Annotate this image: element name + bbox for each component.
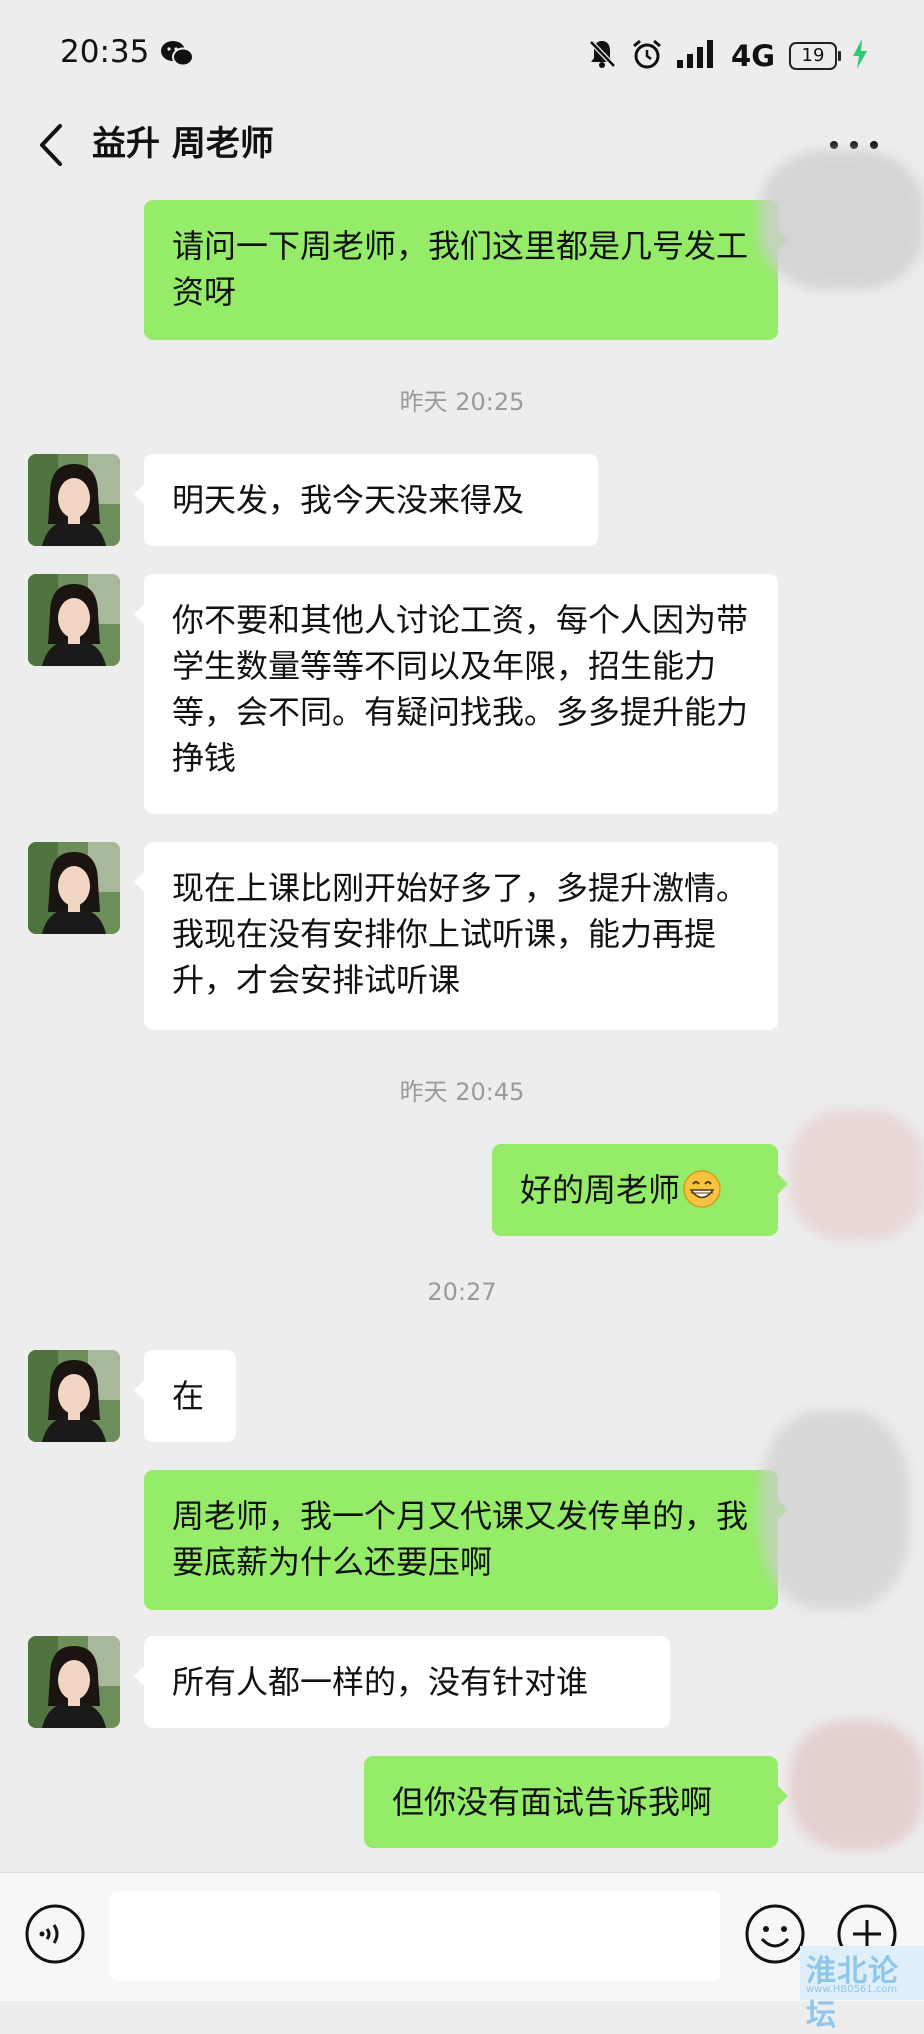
redaction-smudge <box>760 150 924 290</box>
status-time: 20:35 <box>60 34 150 70</box>
avatar[interactable] <box>28 1350 120 1442</box>
message-text: 你不要和其他人讨论工资，每个人因为带学生数量等等不同以及年限，招生能力等，会不同… <box>172 601 749 777</box>
outgoing-message[interactable]: 周老师，我一个月又代课又发传单的，我要底薪为什么还要压啊 <box>144 1470 788 1610</box>
message-timestamp: 20:27 <box>427 1278 497 1306</box>
back-button[interactable] <box>32 120 72 170</box>
outgoing-message[interactable]: 请问一下周老师，我们这里都是几号发工资呀 <box>144 200 788 340</box>
message-text: 好的周老师 <box>520 1171 681 1209</box>
redaction-smudge <box>760 1410 910 1610</box>
message-text: 但你没有面试告诉我啊 <box>392 1783 713 1821</box>
message-text: 请问一下周老师，我们这里都是几号发工资呀 <box>172 227 749 311</box>
message-input[interactable] <box>110 1891 720 1981</box>
avatar[interactable] <box>28 1636 120 1728</box>
incoming-message[interactable]: 现在上课比刚开始好多了，多提升激情。我现在没有安排你上试听课，能力再提升，才会安… <box>134 842 778 1030</box>
incoming-message[interactable]: 所有人都一样的，没有针对谁 <box>134 1636 670 1728</box>
message-text: 所有人都一样的，没有针对谁 <box>172 1663 589 1701</box>
status-bar: 20:35 4G 19 <box>0 0 924 110</box>
outgoing-message[interactable]: 但你没有面试告诉我啊 <box>364 1756 788 1848</box>
mute-icon <box>587 38 617 74</box>
message-timestamp: 昨天 20:25 <box>399 388 525 416</box>
message-text: 明天发，我今天没来得及 <box>172 481 525 519</box>
message-text: 现在上课比刚开始好多了，多提升激情。我现在没有安排你上试听课，能力再提升，才会安… <box>172 869 749 999</box>
message-timestamp: 昨天 20:45 <box>399 1078 525 1106</box>
incoming-message[interactable]: 明天发，我今天没来得及 <box>134 454 598 546</box>
avatar[interactable] <box>28 454 120 546</box>
avatar[interactable] <box>28 842 120 934</box>
redaction-smudge <box>790 1110 924 1240</box>
voice-input-button[interactable] <box>24 1903 86 1965</box>
redaction-smudge <box>790 1720 924 1850</box>
alarm-icon <box>631 38 663 74</box>
chat-title: 益升 周老师 <box>92 124 274 164</box>
watermark-url: www.HB0561.com <box>806 1984 898 1995</box>
outgoing-message[interactable]: 好的周老师 <box>492 1144 788 1236</box>
network-type: 4G <box>731 39 775 73</box>
incoming-message[interactable]: 在 <box>134 1350 236 1442</box>
grin-emoji-icon <box>682 1169 722 1209</box>
wechat-notification-icon <box>160 40 194 68</box>
signal-icon <box>677 40 717 72</box>
input-bar <box>0 1872 924 2001</box>
avatar[interactable] <box>28 574 120 666</box>
emoji-button[interactable] <box>744 1903 806 1965</box>
battery-icon: 19 <box>789 42 841 70</box>
incoming-message[interactable]: 你不要和其他人讨论工资，每个人因为带学生数量等等不同以及年限，招生能力等，会不同… <box>134 574 778 814</box>
forum-watermark: 淮北论坛 www.HB0561.com <box>800 1946 924 2033</box>
charging-icon <box>851 39 869 73</box>
message-text: 周老师，我一个月又代课又发传单的，我要底薪为什么还要压啊 <box>172 1497 749 1581</box>
message-text: 在 <box>172 1377 205 1415</box>
